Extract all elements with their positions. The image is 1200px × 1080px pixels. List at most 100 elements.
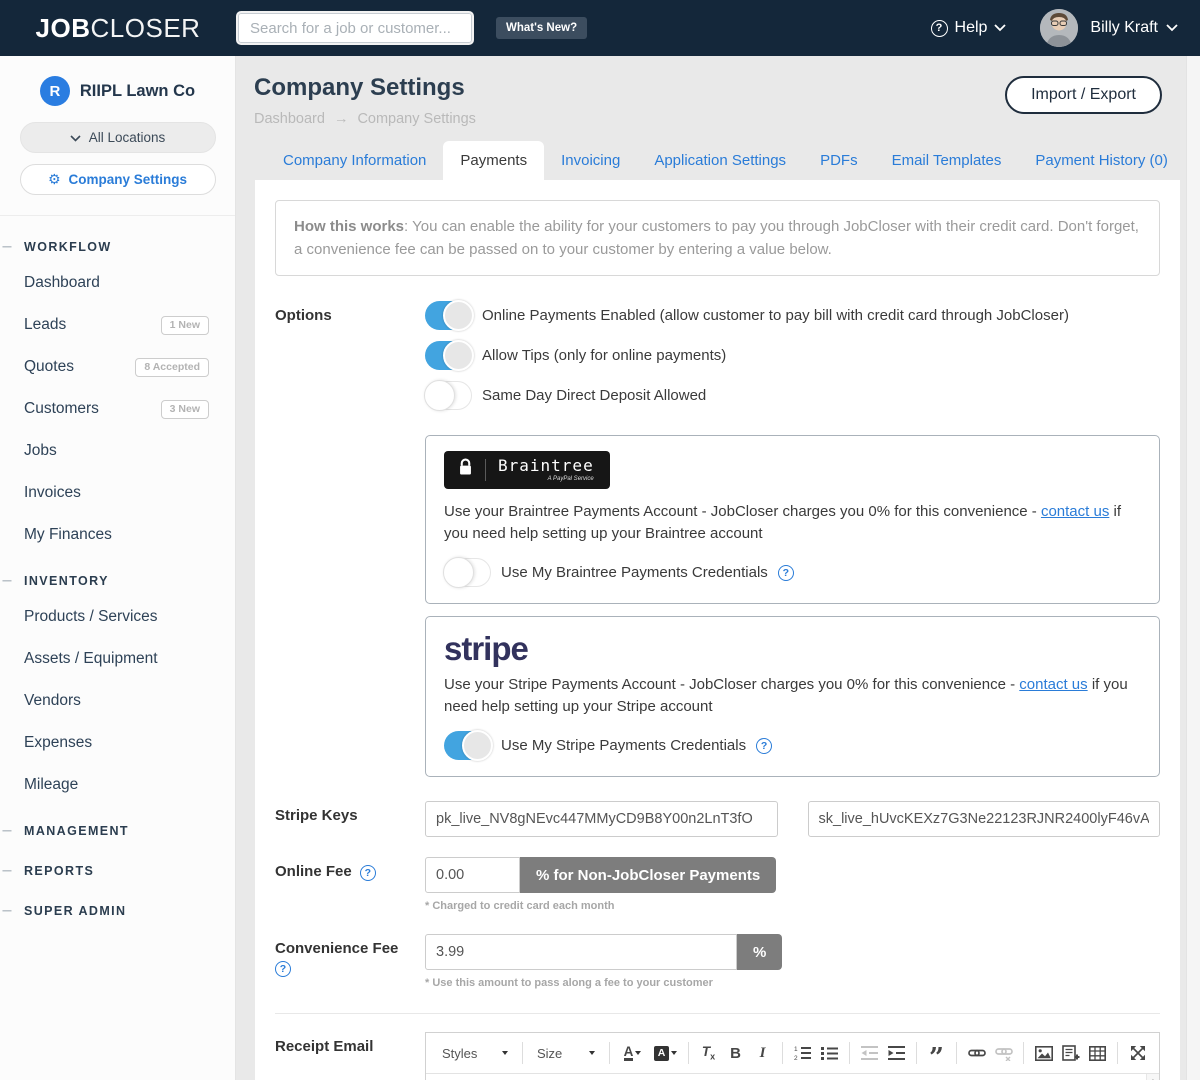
remove-format-button[interactable]: Tx [695, 1041, 722, 1065]
online-fee-note: * Charged to credit card each month [425, 900, 1160, 912]
numbered-list-icon: 12 [794, 1045, 811, 1061]
nav-section-reports[interactable]: --- REPORTS [0, 854, 235, 886]
italic-button[interactable]: I [749, 1041, 776, 1065]
sidebar-item-expenses[interactable]: Expenses [0, 722, 235, 764]
sidebar-item-assets-equipment[interactable]: Assets / Equipment [0, 638, 235, 680]
tab-email-templates[interactable]: Email Templates [875, 141, 1019, 180]
text-color-button[interactable]: A [616, 1041, 649, 1065]
divider [485, 459, 486, 481]
sidebar-item-dashboard[interactable]: Dashboard [0, 262, 235, 304]
bulleted-list-button[interactable] [816, 1041, 843, 1065]
nav-section-management[interactable]: --- MANAGEMENT [0, 814, 235, 846]
online-fee-help-icon[interactable]: ? [360, 865, 376, 881]
sidebar-item-my-finances[interactable]: My Finances [0, 514, 235, 556]
increase-indent-button[interactable] [883, 1041, 910, 1065]
stripe-contact-us-link[interactable]: contact us [1019, 676, 1087, 693]
online-fee-input[interactable] [425, 857, 520, 893]
online-payments-toggle[interactable] [425, 301, 472, 330]
decrease-indent-icon [861, 1045, 878, 1061]
tab-payment-history[interactable]: Payment History (0) [1018, 141, 1185, 180]
user-menu[interactable]: Billy Kraft [1090, 19, 1178, 37]
import-export-button[interactable]: Import / Export [1005, 76, 1162, 114]
search-input[interactable] [236, 11, 474, 45]
table-button[interactable] [1084, 1041, 1111, 1065]
braintree-description: Use your Braintree Payments Account - Jo… [444, 501, 1141, 545]
unlink-button[interactable] [990, 1041, 1017, 1065]
sidebar-item-leads[interactable]: Leads 1 New [0, 304, 235, 346]
user-avatar[interactable] [1040, 9, 1078, 47]
tab-invoicing[interactable]: Invoicing [544, 141, 637, 180]
table-icon [1089, 1046, 1106, 1061]
image-icon [1035, 1046, 1053, 1061]
link-button[interactable] [963, 1041, 990, 1065]
sidebar-item-quotes[interactable]: Quotes 8 Accepted [0, 346, 235, 388]
rte-scrollbar[interactable]: ▲ [1146, 1074, 1159, 1080]
tab-bar: Company Information Payments Invoicing A… [266, 141, 1186, 180]
template-button[interactable] [1057, 1041, 1084, 1065]
nav-section-super-admin[interactable]: --- SUPER ADMIN [0, 894, 235, 926]
caret-down-icon [671, 1051, 677, 1055]
braintree-credentials-toggle[interactable] [444, 558, 491, 587]
braintree-row-label [275, 435, 425, 441]
toolbar-separator [916, 1042, 917, 1064]
allow-tips-toggle-label: Allow Tips (only for online payments) [482, 347, 726, 364]
tab-company-information[interactable]: Company Information [266, 141, 443, 180]
image-button[interactable] [1030, 1041, 1057, 1065]
toolbar-separator [522, 1042, 523, 1064]
sidebar-item-customers[interactable]: Customers 3 New [0, 388, 235, 430]
logo[interactable]: JOBCLOSER [0, 13, 236, 44]
customers-badge: 3 New [161, 400, 209, 419]
sidebar-item-vendors[interactable]: Vendors [0, 680, 235, 722]
all-locations-dropdown[interactable]: All Locations [20, 122, 216, 153]
stripe-secret-key-input[interactable] [808, 801, 1161, 837]
rte-content-area[interactable]: Hi {customer-name}, [426, 1074, 1159, 1080]
app-root: JOBCLOSER What's New? ? Help Billy Kraft [0, 0, 1200, 1080]
tab-payments[interactable]: Payments [443, 141, 544, 180]
sidebar-item-products-services[interactable]: Products / Services [0, 596, 235, 638]
company-settings-button[interactable]: ⚙ Company Settings [20, 164, 216, 195]
convenience-fee-help-icon[interactable]: ? [275, 961, 291, 977]
decrease-indent-button[interactable] [856, 1041, 883, 1065]
receipt-email-row: Receipt Email Styles Size [275, 1032, 1160, 1080]
sidebar-item-jobs[interactable]: Jobs [0, 430, 235, 472]
how-this-works-box: How this works: You can enable the abili… [275, 200, 1160, 276]
braintree-help-icon[interactable]: ? [778, 565, 794, 581]
chevron-down-icon [1166, 19, 1178, 37]
sidebar-item-invoices[interactable]: Invoices [0, 472, 235, 514]
whats-new-button[interactable]: What's New? [496, 17, 587, 39]
same-day-deposit-toggle[interactable] [425, 381, 472, 410]
page-scrollbar[interactable] [1186, 56, 1200, 1080]
company-row[interactable]: R RIIPL Lawn Co [18, 76, 217, 106]
allow-tips-toggle[interactable] [425, 341, 472, 370]
toolbar-separator [609, 1042, 610, 1064]
stripe-credentials-toggle[interactable] [444, 731, 491, 760]
block-quote-button[interactable]: ” [923, 1041, 950, 1065]
help-icon: ? [931, 20, 948, 37]
rte-body: Hi {customer-name}, ▲ [426, 1074, 1159, 1080]
quotes-badge: 8 Accepted [135, 358, 209, 377]
convenience-fee-row: Convenience Fee ? % * Use this amount to… [275, 934, 1160, 989]
bold-button[interactable]: B [722, 1041, 749, 1065]
tab-pdfs[interactable]: PDFs [803, 141, 875, 180]
stripe-help-icon[interactable]: ? [756, 738, 772, 754]
company-name: RIIPL Lawn Co [80, 82, 195, 101]
breadcrumb-dashboard[interactable]: Dashboard [254, 111, 325, 127]
nav-section-inventory[interactable]: --- INVENTORY [0, 564, 235, 596]
stripe-publishable-key-input[interactable] [425, 801, 778, 837]
styles-dropdown[interactable]: Styles [434, 1041, 516, 1065]
tab-application-settings[interactable]: Application Settings [637, 141, 803, 180]
dashes-icon: --- [2, 573, 11, 587]
same-day-deposit-toggle-label: Same Day Direct Deposit Allowed [482, 387, 706, 404]
braintree-toggle-label: Use My Braintree Payments Credentials [501, 564, 768, 581]
nav-section-workflow[interactable]: --- WORKFLOW [0, 230, 235, 262]
background-color-button[interactable]: A [649, 1041, 682, 1065]
sidebar-item-mileage[interactable]: Mileage [0, 764, 235, 806]
size-dropdown[interactable]: Size [529, 1041, 603, 1065]
numbered-list-button[interactable]: 12 [789, 1041, 816, 1065]
braintree-logo: Braintree A PayPal Service [444, 451, 610, 489]
help-menu[interactable]: ? Help [931, 19, 1007, 37]
maximize-button[interactable] [1124, 1041, 1151, 1065]
braintree-contact-us-link[interactable]: contact us [1041, 503, 1109, 520]
scroll-up-arrow-icon[interactable]: ▲ [1147, 1074, 1159, 1080]
convenience-fee-input[interactable] [425, 934, 737, 970]
